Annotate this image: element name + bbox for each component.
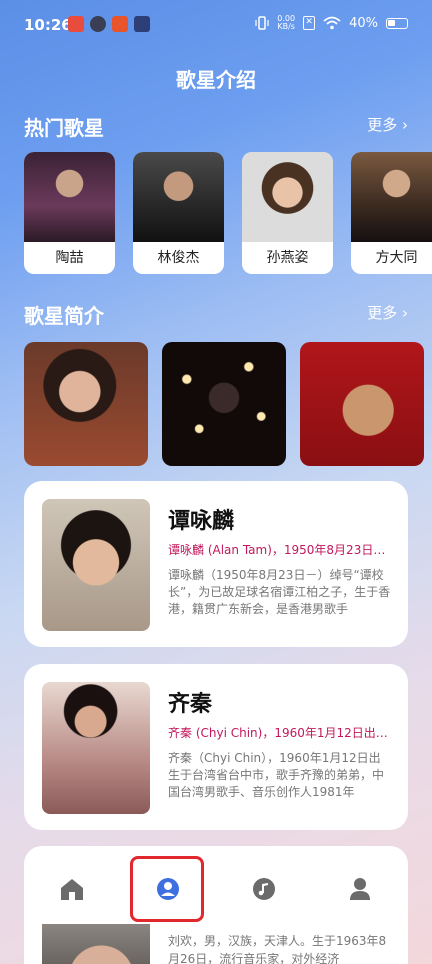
net-speed: 0.00 KB/s bbox=[277, 14, 296, 31]
section-title: 热门歌星 bbox=[24, 116, 104, 140]
singer-card[interactable]: 陶喆 bbox=[24, 152, 115, 274]
singer-card[interactable]: 孙燕姿 bbox=[242, 152, 333, 274]
singer-subtitle: 齐秦 (Chyi Chin)，1960年1月12日出生于台湾 bbox=[168, 726, 392, 740]
home-icon bbox=[61, 879, 83, 900]
singer-description: 刘欢，男，汉族，天津人。生于1963年8月26日，流行音乐家，对外经济 bbox=[168, 934, 387, 964]
singer-intro-header: 歌星简介 更多 › bbox=[24, 300, 408, 328]
singer-photo bbox=[42, 682, 150, 814]
page-title: 歌星介绍 bbox=[176, 68, 256, 92]
singer-card[interactable]: 林俊杰 bbox=[133, 152, 224, 274]
singer-name: 齐秦 bbox=[168, 692, 213, 717]
tab-home[interactable] bbox=[42, 866, 102, 912]
music-note-icon bbox=[253, 878, 275, 900]
more-link[interactable]: 更多 › bbox=[367, 114, 408, 135]
bottom-tab-bar: 刘欢，男，汉族，天津人。生于1963年8月26日，流行音乐家，对外经济 bbox=[24, 846, 408, 964]
vibrate-icon bbox=[255, 16, 269, 30]
hot-singers-header: 热门歌星 更多 › bbox=[24, 112, 408, 140]
tab-profile[interactable] bbox=[330, 866, 390, 912]
singer-photo bbox=[242, 152, 333, 242]
singer-photo bbox=[42, 499, 150, 631]
user-icon bbox=[350, 878, 370, 900]
battery-percent: 40% bbox=[349, 15, 378, 31]
selected-tab-highlight bbox=[130, 856, 204, 922]
singer-photo bbox=[24, 152, 115, 242]
tab-music[interactable] bbox=[234, 866, 294, 912]
singer-name: 孙燕姿 bbox=[266, 250, 309, 266]
battery-icon bbox=[386, 17, 408, 29]
intro-photo-art bbox=[162, 342, 286, 466]
sim-x-icon: ✕ bbox=[303, 16, 316, 30]
singer-card[interactable]: 方大同 bbox=[351, 152, 432, 274]
status-right: 0.00 KB/s ✕ 40% bbox=[255, 15, 408, 31]
singer-photo bbox=[351, 152, 432, 242]
intro-photo-art bbox=[24, 342, 148, 466]
intro-photo[interactable] bbox=[162, 342, 286, 466]
singer-description: 谭咏麟（1950年8月23日－）绰号“谭校长”，为已故足球名宿谭江柏之子，生于香… bbox=[168, 568, 391, 616]
app-notification-icon bbox=[68, 16, 84, 32]
intro-photo[interactable] bbox=[300, 342, 424, 466]
singer-photo bbox=[133, 152, 224, 242]
app-notification-icon bbox=[90, 16, 106, 32]
singer-name: 陶喆 bbox=[55, 250, 84, 266]
app-notification-icon bbox=[134, 16, 150, 32]
singer-subtitle: 谭咏麟 (Alan Tam)，1950年8月23日出生于香港 bbox=[168, 543, 392, 557]
intro-photo-art bbox=[300, 342, 424, 466]
hot-singers-list[interactable]: 陶喆 林俊杰 孙燕姿 方大同 bbox=[24, 152, 432, 274]
singer-description: 齐秦（Chyi Chin），1960年1月12日出生于台湾省台中市，歌手齐豫的弟… bbox=[168, 751, 385, 799]
section-title: 歌星简介 bbox=[24, 304, 104, 328]
singer-name: 方大同 bbox=[375, 250, 418, 266]
status-bar: 10:26 0.00 KB/s ✕ 40% bbox=[0, 0, 432, 52]
more-link[interactable]: 更多 › bbox=[367, 302, 408, 323]
wifi-icon bbox=[323, 16, 341, 30]
status-time: 10:26 bbox=[24, 16, 72, 34]
singer-intro-list[interactable] bbox=[24, 342, 432, 466]
singer-name: 林俊杰 bbox=[157, 250, 200, 266]
intro-photo[interactable] bbox=[24, 342, 148, 466]
singer-name: 谭咏麟 bbox=[168, 509, 235, 534]
app-notification-icon bbox=[112, 16, 128, 32]
singer-detail-card[interactable]: 齐秦 齐秦 (Chyi Chin)，1960年1月12日出生于台湾 齐秦（Chy… bbox=[24, 664, 408, 830]
notification-icons bbox=[68, 16, 150, 32]
singer-detail-card[interactable]: 谭咏麟 谭咏麟 (Alan Tam)，1950年8月23日出生于香港 谭咏麟（1… bbox=[24, 481, 408, 647]
singer-photo bbox=[42, 924, 150, 964]
